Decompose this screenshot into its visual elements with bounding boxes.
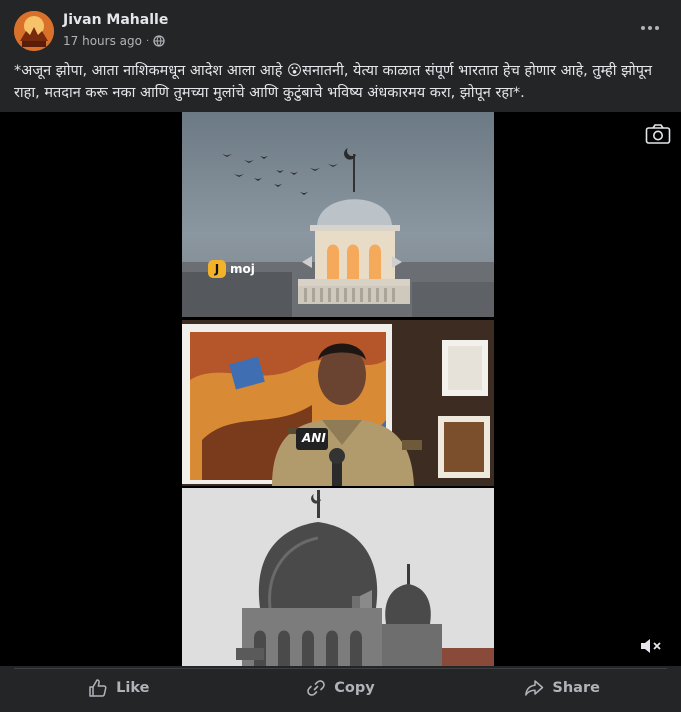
author-name[interactable]: Jivan Mahalle xyxy=(63,12,168,28)
share-arrow-icon xyxy=(525,679,544,696)
author-avatar[interactable] xyxy=(14,11,54,51)
moj-logo-icon: J xyxy=(208,260,226,278)
camera-icon[interactable] xyxy=(645,123,671,145)
thumbs-up-icon xyxy=(89,678,107,697)
post-meta: 17 hours ago · xyxy=(63,34,165,48)
copy-link-button[interactable]: Copy xyxy=(230,669,452,706)
more-options-icon[interactable] xyxy=(639,16,661,40)
ani-mic-label: ANI xyxy=(302,431,326,445)
like-button[interactable]: Like xyxy=(8,669,230,706)
video-panel-officer: ANI xyxy=(182,320,494,486)
post-actions-bar: Like Copy Share xyxy=(8,669,673,706)
post-text: *अजून झोपा, आता नाशिकमधून आदेश आला आहे 😮… xyxy=(14,63,653,101)
video-frame[interactable]: J moj ANI xyxy=(182,112,494,666)
video-player[interactable]: J moj ANI xyxy=(0,112,681,666)
speaker-muted-icon[interactable] xyxy=(639,636,663,656)
moj-watermark-text: moj xyxy=(230,262,255,276)
facebook-post: Jivan Mahalle 17 hours ago · *अजून झोपा,… xyxy=(0,0,681,712)
meta-separator: · xyxy=(145,35,150,47)
moj-watermark: J moj xyxy=(208,260,255,278)
share-button[interactable]: Share xyxy=(451,669,673,706)
video-panel-minaret: J moj xyxy=(182,112,494,317)
share-label: Share xyxy=(552,679,600,696)
globe-icon[interactable] xyxy=(153,35,165,47)
like-label: Like xyxy=(116,679,150,696)
copy-label: Copy xyxy=(334,679,375,696)
video-panel-mosque xyxy=(182,488,494,666)
link-icon xyxy=(307,679,326,696)
post-timestamp[interactable]: 17 hours ago xyxy=(63,34,142,48)
avatar-image xyxy=(14,11,54,51)
